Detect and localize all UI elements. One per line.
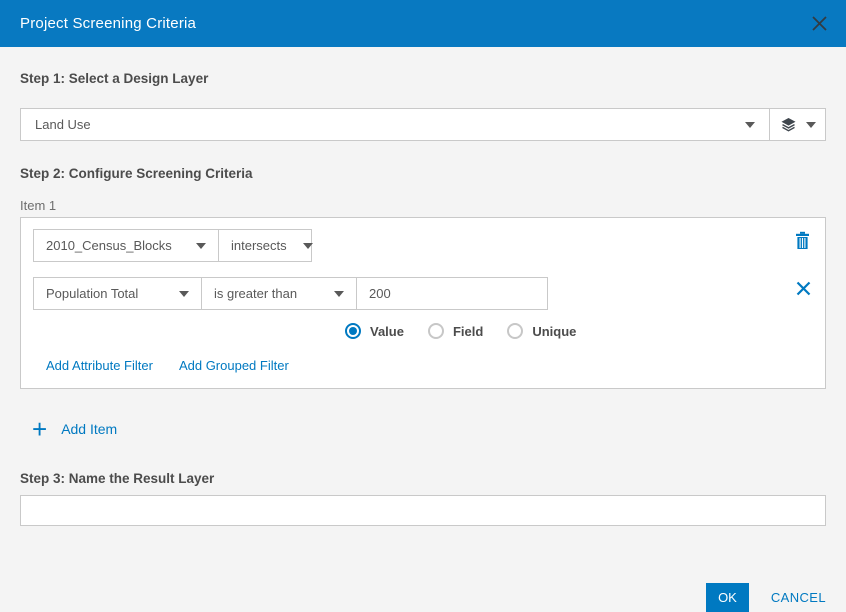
- item-label: Item 1: [20, 198, 57, 213]
- spatial-operator-dropdown[interactable]: intersects: [219, 230, 313, 261]
- radio-field-label: Field: [452, 323, 484, 339]
- ok-button[interactable]: OK: [706, 583, 749, 612]
- radio-value[interactable]: Value: [345, 323, 404, 339]
- filter-operator-value: is greater than: [214, 286, 298, 301]
- close-icon[interactable]: [811, 15, 828, 32]
- layer-list-dropdown[interactable]: [770, 109, 825, 140]
- add-item-label: Add Item: [61, 421, 118, 437]
- chevron-down-icon: [805, 121, 816, 128]
- radio-value-label: Value: [370, 323, 404, 339]
- remove-filter-button[interactable]: [796, 281, 811, 296]
- dialog-title: Project Screening Criteria: [20, 15, 197, 32]
- layers-icon: [780, 117, 797, 133]
- radio-selected-icon: [345, 323, 361, 339]
- add-grouped-filter-link[interactable]: Add Grouped Filter: [179, 358, 289, 373]
- criteria-layer-dropdown[interactable]: 2010_Census_Blocks: [34, 230, 219, 261]
- chevron-down-icon: [196, 242, 206, 249]
- cancel-button[interactable]: CANCEL: [771, 590, 826, 605]
- radio-unselected-icon: [427, 323, 444, 339]
- filter-field-value: Population Total: [46, 286, 139, 301]
- radio-field[interactable]: Field: [427, 323, 484, 339]
- design-layer-value: Land Use: [35, 117, 91, 132]
- chevron-down-icon: [302, 242, 313, 249]
- chevron-down-icon: [179, 290, 189, 297]
- radio-unique[interactable]: Unique: [507, 323, 576, 339]
- filter-links-row: Add Attribute Filter Add Grouped Filter: [46, 358, 813, 373]
- plus-icon: +: [32, 414, 48, 444]
- dialog-header: Project Screening Criteria: [0, 0, 846, 47]
- filter-value-cell: [357, 278, 547, 309]
- design-layer-row: Land Use: [20, 108, 826, 141]
- filter-value-input[interactable]: [357, 278, 547, 309]
- filter-operator-dropdown[interactable]: is greater than: [202, 278, 357, 309]
- add-item-button[interactable]: + Add Item: [32, 414, 118, 444]
- radio-unique-label: Unique: [532, 323, 577, 339]
- design-layer-dropdown[interactable]: Land Use: [21, 109, 770, 140]
- filter-mode-radio-group: Value Field Unique: [345, 323, 813, 339]
- step1-label: Step 1: Select a Design Layer: [20, 71, 209, 86]
- attribute-filter-row: Population Total is greater than: [33, 277, 548, 310]
- step2-label: Step 2: Configure Screening Criteria: [20, 166, 253, 181]
- project-screening-criteria-dialog: Project Screening Criteria Step 1: Selec…: [0, 0, 846, 612]
- spatial-operator-value: intersects: [231, 238, 287, 253]
- add-attribute-filter-link[interactable]: Add Attribute Filter: [46, 358, 153, 373]
- criteria-layer-value: 2010_Census_Blocks: [46, 238, 172, 253]
- step3-label: Step 3: Name the Result Layer: [20, 471, 215, 486]
- chevron-down-icon: [334, 290, 344, 297]
- filter-field-dropdown[interactable]: Population Total: [34, 278, 202, 309]
- delete-item-button[interactable]: [794, 231, 811, 250]
- dialog-body: Step 1: Select a Design Layer Land Use S…: [0, 71, 846, 612]
- result-layer-name-input[interactable]: [20, 495, 826, 526]
- radio-unselected-icon: [507, 323, 524, 339]
- chevron-down-icon: [745, 121, 755, 128]
- spatial-criteria-row: 2010_Census_Blocks intersects: [33, 229, 313, 262]
- screening-item-card: 2010_Census_Blocks intersects Population…: [20, 217, 826, 389]
- dialog-footer: OK CANCEL: [20, 583, 826, 612]
